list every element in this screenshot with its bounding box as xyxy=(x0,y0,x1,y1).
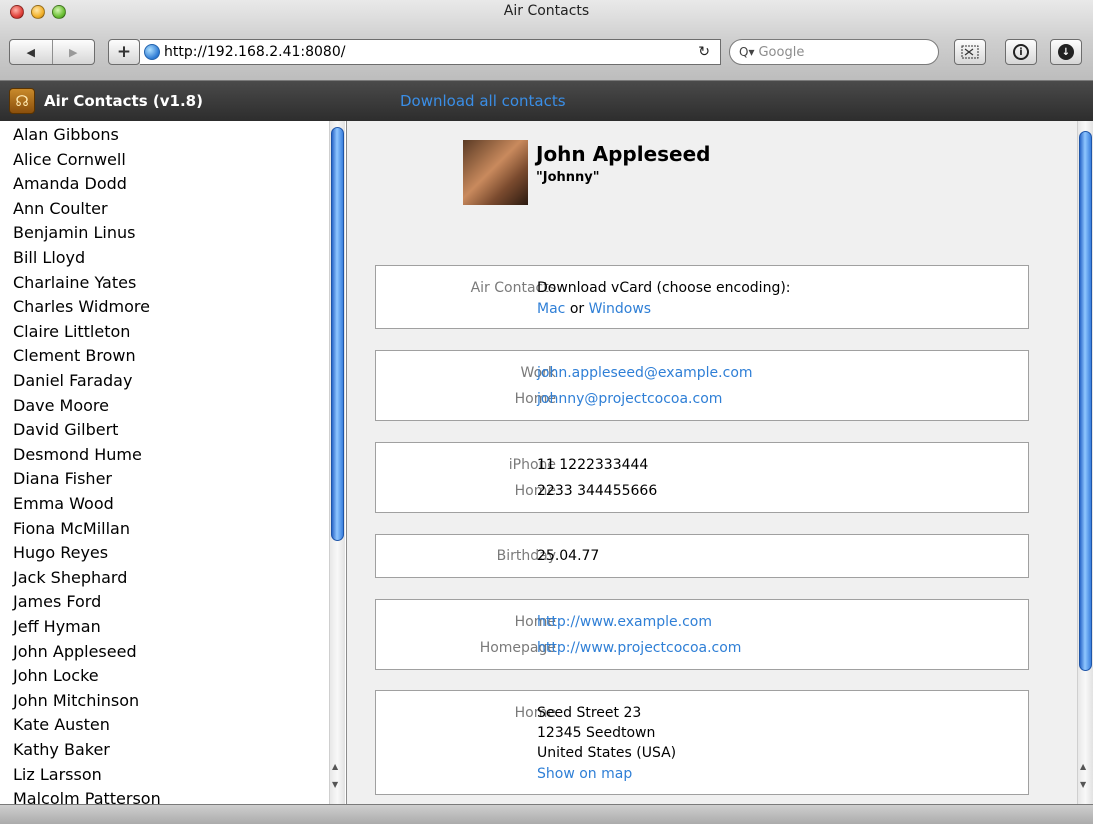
download-all-contacts-link[interactable]: Download all contacts xyxy=(400,92,566,110)
url-link[interactable]: http://www.example.com xyxy=(537,614,712,630)
birthday-value: 25.04.77 xyxy=(537,548,600,564)
app-title: Air Contacts (v1.8) xyxy=(44,92,203,110)
search-field[interactable]: Q▾ Google xyxy=(729,39,939,65)
address-url[interactable]: http://192.168.2.41:8080/ xyxy=(164,44,698,60)
contact-list-item[interactable]: Liz Larsson xyxy=(13,765,102,784)
phone-value: 11 1222333444 xyxy=(537,457,649,473)
scroll-down-icon[interactable]: ▼ xyxy=(1080,780,1086,789)
contact-nickname: "Johnny" xyxy=(536,170,600,185)
browser-window: Air Contacts ◀ ▶ + http://192.168.2.41:8… xyxy=(0,0,1093,824)
contact-list-item[interactable]: Charles Widmore xyxy=(13,297,150,316)
contact-list-item[interactable]: John Appleseed xyxy=(13,642,137,661)
address-city: 12345 Seedtown xyxy=(537,725,656,741)
vcard-or-text: or xyxy=(569,301,585,317)
phone-value: 2233 344455666 xyxy=(537,483,658,499)
url-link[interactable]: http://www.projectcocoa.com xyxy=(537,640,741,656)
contact-list-item[interactable]: Charlaine Yates xyxy=(13,273,136,292)
contact-photo xyxy=(463,140,528,205)
detail-scroll-thumb[interactable] xyxy=(1079,131,1092,671)
contacts-sidebar: Alan Gibbons Alice Cornwell Amanda Dodd Ann… xyxy=(0,121,347,804)
birthday-card: Birthday 25.04.77 xyxy=(375,534,1029,578)
antenna-icon: ☊ xyxy=(9,88,35,114)
app-header: ☊ Air Contacts (v1.8) Download all conta… xyxy=(0,81,1093,121)
contact-list-item[interactable]: David Gilbert xyxy=(13,420,118,439)
info-button[interactable]: i xyxy=(1005,39,1037,65)
contact-detail: John Appleseed "Johnny" Air Contacts Dow… xyxy=(347,121,1093,804)
detail-scrollbar[interactable]: ▲ ▼ xyxy=(1077,121,1093,804)
url-card: Home http://www.example.com Homepage htt… xyxy=(375,599,1029,670)
download-button[interactable]: ↓ xyxy=(1050,39,1082,65)
contact-list-item[interactable]: Claire Littleton xyxy=(13,322,130,341)
contact-list-item[interactable]: Alan Gibbons xyxy=(13,125,119,144)
scroll-up-icon[interactable]: ▲ xyxy=(1080,762,1086,771)
contact-list-item[interactable]: Ann Coulter xyxy=(13,199,108,218)
email-link[interactable]: john.appleseed@example.com xyxy=(537,365,753,381)
contact-list-item[interactable]: James Ford xyxy=(13,592,101,611)
contact-list-item[interactable]: Jeff Hyman xyxy=(13,617,101,636)
back-icon[interactable]: ◀ xyxy=(10,46,52,59)
status-bar xyxy=(0,804,1093,824)
contact-list-item[interactable]: Diana Fisher xyxy=(13,469,112,488)
vcard-windows-link[interactable]: Windows xyxy=(589,301,652,317)
search-placeholder: Google xyxy=(758,44,805,60)
contact-list-item[interactable]: Bill Lloyd xyxy=(13,248,85,267)
vcard-mac-link[interactable]: Mac xyxy=(537,301,565,317)
scissors-icon xyxy=(961,45,979,59)
contact-list-item[interactable]: Alice Cornwell xyxy=(13,150,126,169)
contact-list-item[interactable]: Malcolm Patterson xyxy=(13,789,161,804)
contact-list-item[interactable]: Jack Shephard xyxy=(13,568,127,587)
address-country: United States (USA) xyxy=(537,745,677,761)
browser-toolbar: Air Contacts ◀ ▶ + http://192.168.2.41:8… xyxy=(0,0,1093,81)
contact-list-item[interactable]: Fiona McMillan xyxy=(13,519,130,538)
email-card: Work john.appleseed@example.com Home joh… xyxy=(375,350,1029,421)
vcard-card: Air Contacts Download vCard (choose enco… xyxy=(375,265,1029,329)
sidebar-scrollbar[interactable]: ▲ ▼ xyxy=(329,121,345,804)
contact-list-item[interactable]: Clement Brown xyxy=(13,346,136,365)
address-card: Home Seed Street 23 12345 Seedtown Unite… xyxy=(375,690,1029,795)
vcard-text: Download vCard (choose encoding): xyxy=(537,280,791,296)
address-bar[interactable]: http://192.168.2.41:8080/ ↻ xyxy=(140,39,721,65)
contact-list-item[interactable]: Hugo Reyes xyxy=(13,543,108,562)
phone-card: iPhone 11 1222333444 Home 2233 344455666 xyxy=(375,442,1029,513)
contact-list-item[interactable]: Benjamin Linus xyxy=(13,223,135,242)
window-title: Air Contacts xyxy=(503,3,590,19)
contact-name: John Appleseed xyxy=(536,142,711,166)
forward-icon[interactable]: ▶ xyxy=(53,46,95,59)
contact-list-item[interactable]: Daniel Faraday xyxy=(13,371,132,390)
email-link[interactable]: johnny@projectcocoa.com xyxy=(537,391,722,407)
back-forward-group: ◀ ▶ xyxy=(9,39,95,65)
globe-icon xyxy=(144,44,160,60)
contact-list-item[interactable]: Kathy Baker xyxy=(13,740,110,759)
scroll-down-icon[interactable]: ▼ xyxy=(332,780,338,789)
scroll-up-icon[interactable]: ▲ xyxy=(332,762,338,771)
contact-list-item[interactable]: Emma Wood xyxy=(13,494,114,513)
download-icon: ↓ xyxy=(1058,44,1074,60)
reload-icon[interactable]: ↻ xyxy=(698,44,710,60)
contact-list-item[interactable]: John Mitchinson xyxy=(13,691,139,710)
contact-list-item[interactable]: Kate Austen xyxy=(13,715,110,734)
search-icon: Q▾ xyxy=(739,45,755,59)
show-on-map-link[interactable]: Show on map xyxy=(537,766,632,782)
contact-list-item[interactable]: Amanda Dodd xyxy=(13,174,127,193)
contact-list-item[interactable]: John Locke xyxy=(13,666,99,685)
snippet-button[interactable] xyxy=(954,39,986,65)
info-icon: i xyxy=(1013,44,1029,60)
contact-list-item[interactable]: Desmond Hume xyxy=(13,445,142,464)
address-street: Seed Street 23 xyxy=(537,705,642,721)
contact-list-item[interactable]: Dave Moore xyxy=(13,396,109,415)
add-bookmark-button[interactable]: + xyxy=(108,39,140,65)
sidebar-scroll-thumb[interactable] xyxy=(331,127,344,541)
